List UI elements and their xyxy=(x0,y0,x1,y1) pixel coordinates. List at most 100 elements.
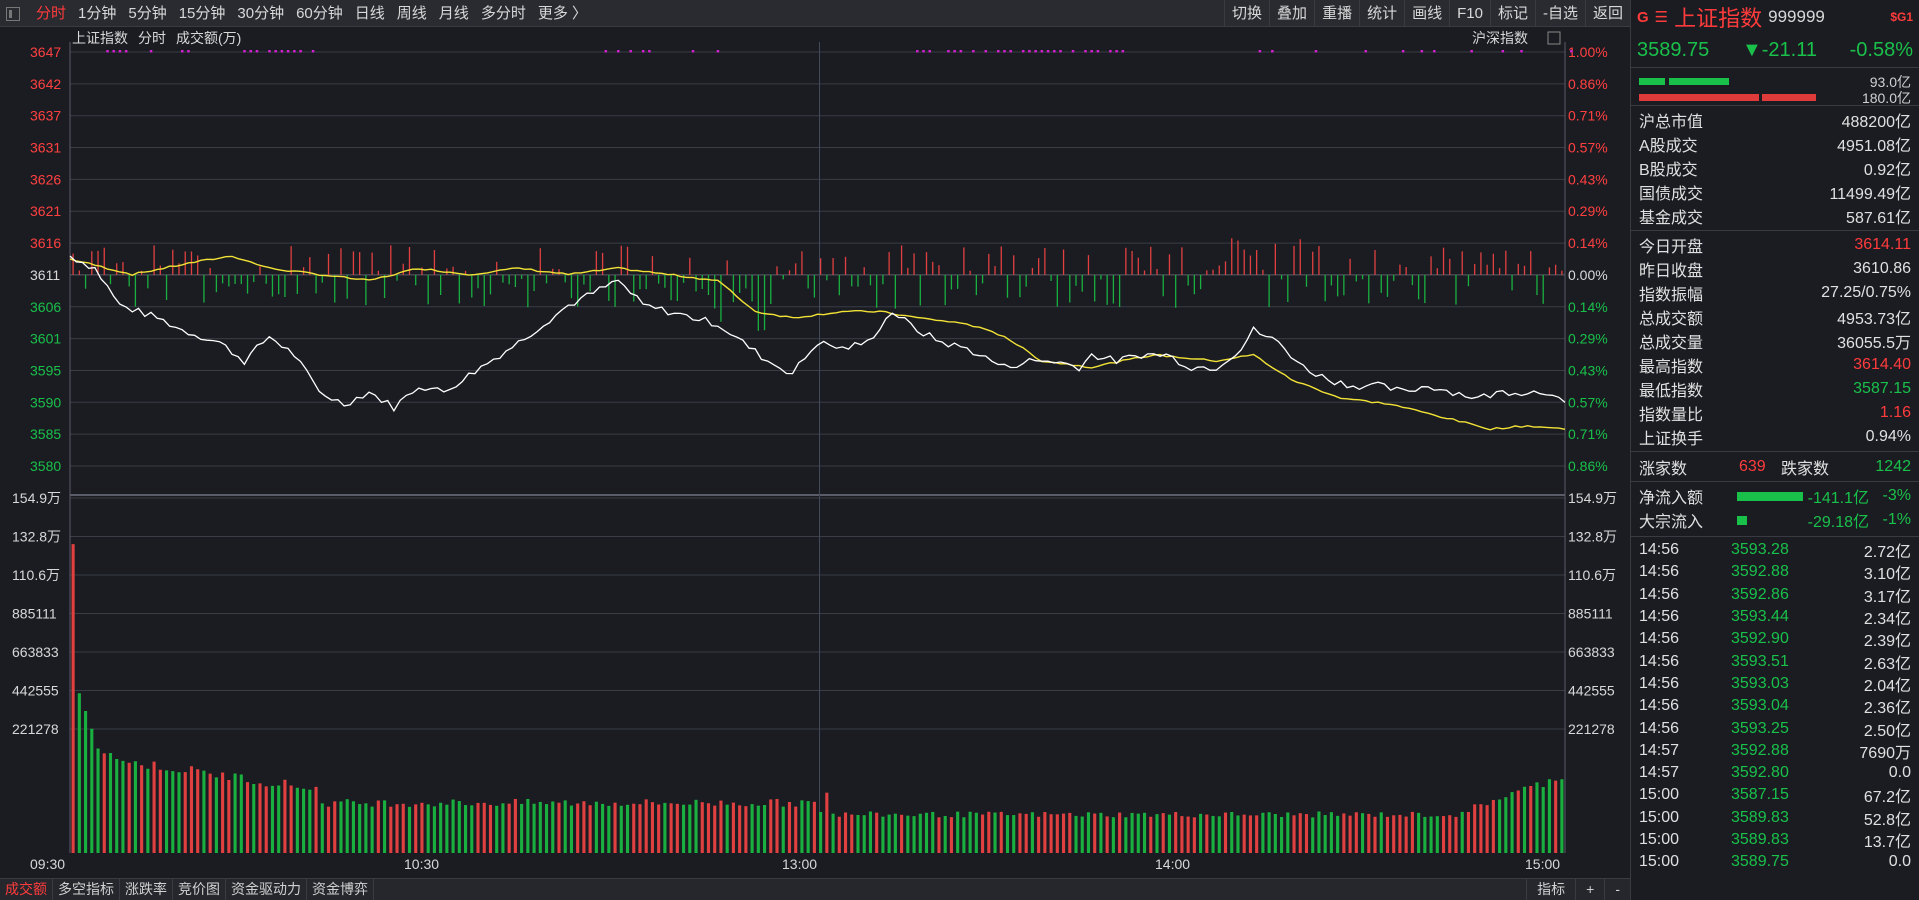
signal-dot xyxy=(280,50,284,53)
tick-list[interactable]: 14:56 3593.28 2.72亿 14:56 3592.88 3.10亿 14:56 3… xyxy=(1631,536,1919,873)
toolbar-button-4[interactable]: 画线 xyxy=(1404,0,1449,27)
period-tab-9[interactable]: 多分时 xyxy=(475,0,532,27)
market-row-label: 基金成交 xyxy=(1639,210,1704,227)
indicator-control-2[interactable]: - xyxy=(1604,879,1630,900)
volume-tick-label: 442555 xyxy=(12,683,59,699)
tick-row: 15:00 3589.75 0.0 xyxy=(1631,851,1919,873)
panel-toggle-icon[interactable] xyxy=(6,6,20,21)
stat-row: 上证换手 0.94% xyxy=(1631,425,1919,449)
period-tab-5[interactable]: 60分钟 xyxy=(290,0,349,27)
tick-amount: 7690万 xyxy=(1859,744,1911,762)
period-tab-8[interactable]: 月线 xyxy=(433,0,475,27)
tick-amount: 2.50亿 xyxy=(1863,722,1911,740)
price-change: ▼-21.11 xyxy=(1741,39,1817,61)
period-tab-0[interactable]: 分时 xyxy=(30,0,72,27)
tick-row: 14:56 3593.51 2.63亿 xyxy=(1631,650,1919,673)
indicator-tab-5[interactable]: 资金博弈 xyxy=(307,879,374,900)
overlay-label[interactable]: 沪深指数 xyxy=(1472,30,1528,46)
signal-dot xyxy=(1021,50,1025,53)
signal-dot xyxy=(118,50,122,53)
tick-time: 14:56 xyxy=(1639,697,1680,715)
stat-row-value: 3614.40 xyxy=(1853,356,1911,373)
market-row-value: 11499.49亿 xyxy=(1829,186,1911,203)
tick-price: 3593.04 xyxy=(1731,697,1789,715)
signal-dot xyxy=(1470,50,1473,53)
indicator-control-0[interactable]: 指标 xyxy=(1526,879,1575,900)
tick-price: 3592.88 xyxy=(1731,741,1789,759)
period-tab-3[interactable]: 15分钟 xyxy=(173,0,232,27)
indicator-control-1[interactable]: + xyxy=(1575,879,1604,900)
volume-tick-label-right: 442555 xyxy=(1568,683,1615,699)
group-mark[interactable]: G xyxy=(1637,9,1649,26)
period-tab-4[interactable]: 30分钟 xyxy=(231,0,290,27)
market-row: B股成交 0.92亿 xyxy=(1631,156,1919,180)
period-tab-10[interactable]: 更多 〉 xyxy=(532,0,593,27)
stat-row-value: 1.16 xyxy=(1879,404,1911,421)
tick-amount: 0.0 xyxy=(1888,764,1911,782)
period-tab-1[interactable]: 1分钟 xyxy=(72,0,122,27)
toolbar-button-3[interactable]: 统计 xyxy=(1359,0,1404,27)
tick-amount: 2.72亿 xyxy=(1863,544,1911,562)
stat-row: 总成交额 4953.73亿 xyxy=(1631,305,1919,329)
market-row-label: 沪总市值 xyxy=(1639,114,1704,131)
signal-dot xyxy=(286,50,290,53)
stat-row: 指数振幅 27.25/0.75% xyxy=(1631,281,1919,305)
chart-background xyxy=(0,28,1630,878)
tick-price: 3587.15 xyxy=(1731,786,1789,804)
signal-dot xyxy=(947,50,950,53)
signal-dot xyxy=(1084,50,1087,53)
indicator-tab-2[interactable]: 涨跌率 xyxy=(120,879,173,900)
stat-row-value: 3610.86 xyxy=(1853,260,1911,277)
indicator-tab-3[interactable]: 竞价图 xyxy=(173,879,226,900)
chart-header-label: 分时 xyxy=(138,30,166,46)
toolbar-button-2[interactable]: 重播 xyxy=(1314,0,1359,27)
price-change-pct: -0.58% xyxy=(1849,39,1913,61)
indicator-tab-1[interactable]: 多空指标 xyxy=(53,879,120,900)
tick-time: 14:56 xyxy=(1639,585,1680,603)
volume-tick-label: 132.8万 xyxy=(12,529,61,545)
toolbar-button-6[interactable]: 标记 xyxy=(1489,0,1535,27)
indicator-tab-4[interactable]: 资金驱动力 xyxy=(226,879,307,900)
signal-dot xyxy=(1028,50,1031,53)
group-badge[interactable]: $G1 xyxy=(1890,10,1913,24)
stat-row: 最低指数 3587.15 xyxy=(1631,377,1919,401)
market-row-label: A股成交 xyxy=(1639,138,1698,155)
signal-dot xyxy=(1009,50,1012,53)
chart-canvas[interactable]: 上证指数 分时 成交额(万) 沪深指数 3647 1.00% 3642 0.86% 3637 0.… xyxy=(0,28,1630,878)
period-tab-7[interactable]: 周线 xyxy=(391,0,433,27)
tick-time: 14:56 xyxy=(1639,652,1680,670)
intraday-chart[interactable]: 上证指数 分时 成交额(万) 沪深指数 3647 1.00% 3642 0.86% 3637 0.… xyxy=(0,28,1630,878)
period-tab-6[interactable]: 日线 xyxy=(349,0,391,27)
toolbar-button-8[interactable]: 返回 xyxy=(1584,0,1630,27)
signal-dot xyxy=(106,50,109,53)
pct-tick-label: 0.57% xyxy=(1568,394,1608,410)
signal-dot xyxy=(1364,50,1368,53)
pct-tick-label: 0.43% xyxy=(1568,171,1608,187)
toolbar-button-7[interactable]: -自选 xyxy=(1534,0,1585,27)
pct-tick-label: 0.71% xyxy=(1568,108,1608,124)
turnover-bar-red-1 xyxy=(1639,94,1759,101)
signal-dot xyxy=(293,50,296,53)
signal-dot xyxy=(928,50,931,53)
price-tick-label: 3595 xyxy=(30,362,61,378)
indicator-tab-0[interactable]: 成交额 xyxy=(0,879,53,900)
menu-icon[interactable]: ☰ xyxy=(1655,8,1668,26)
tick-amount: 67.2亿 xyxy=(1863,789,1911,807)
market-row: 基金成交 587.61亿 xyxy=(1631,204,1919,228)
price-tick-label: 3590 xyxy=(30,394,61,410)
tick-price: 3593.51 xyxy=(1731,652,1789,670)
signal-dot xyxy=(1071,50,1075,53)
signal-dot xyxy=(617,50,620,53)
toolbar-button-1[interactable]: 叠加 xyxy=(1269,0,1314,27)
signal-dot xyxy=(691,50,695,53)
price-tick-label: 3580 xyxy=(30,458,61,474)
stat-row-label: 今日开盘 xyxy=(1639,239,1704,256)
market-row-value: 488200亿 xyxy=(1841,114,1911,131)
toolbar-button-0[interactable]: 切换 xyxy=(1224,0,1269,27)
signal-dot xyxy=(187,50,190,53)
chart-header-label: 上证指数 xyxy=(72,30,128,46)
signal-dot xyxy=(274,50,277,53)
toolbar-button-5[interactable]: F10 xyxy=(1449,0,1490,27)
signal-dot xyxy=(249,50,252,53)
period-tab-2[interactable]: 5分钟 xyxy=(122,0,172,27)
